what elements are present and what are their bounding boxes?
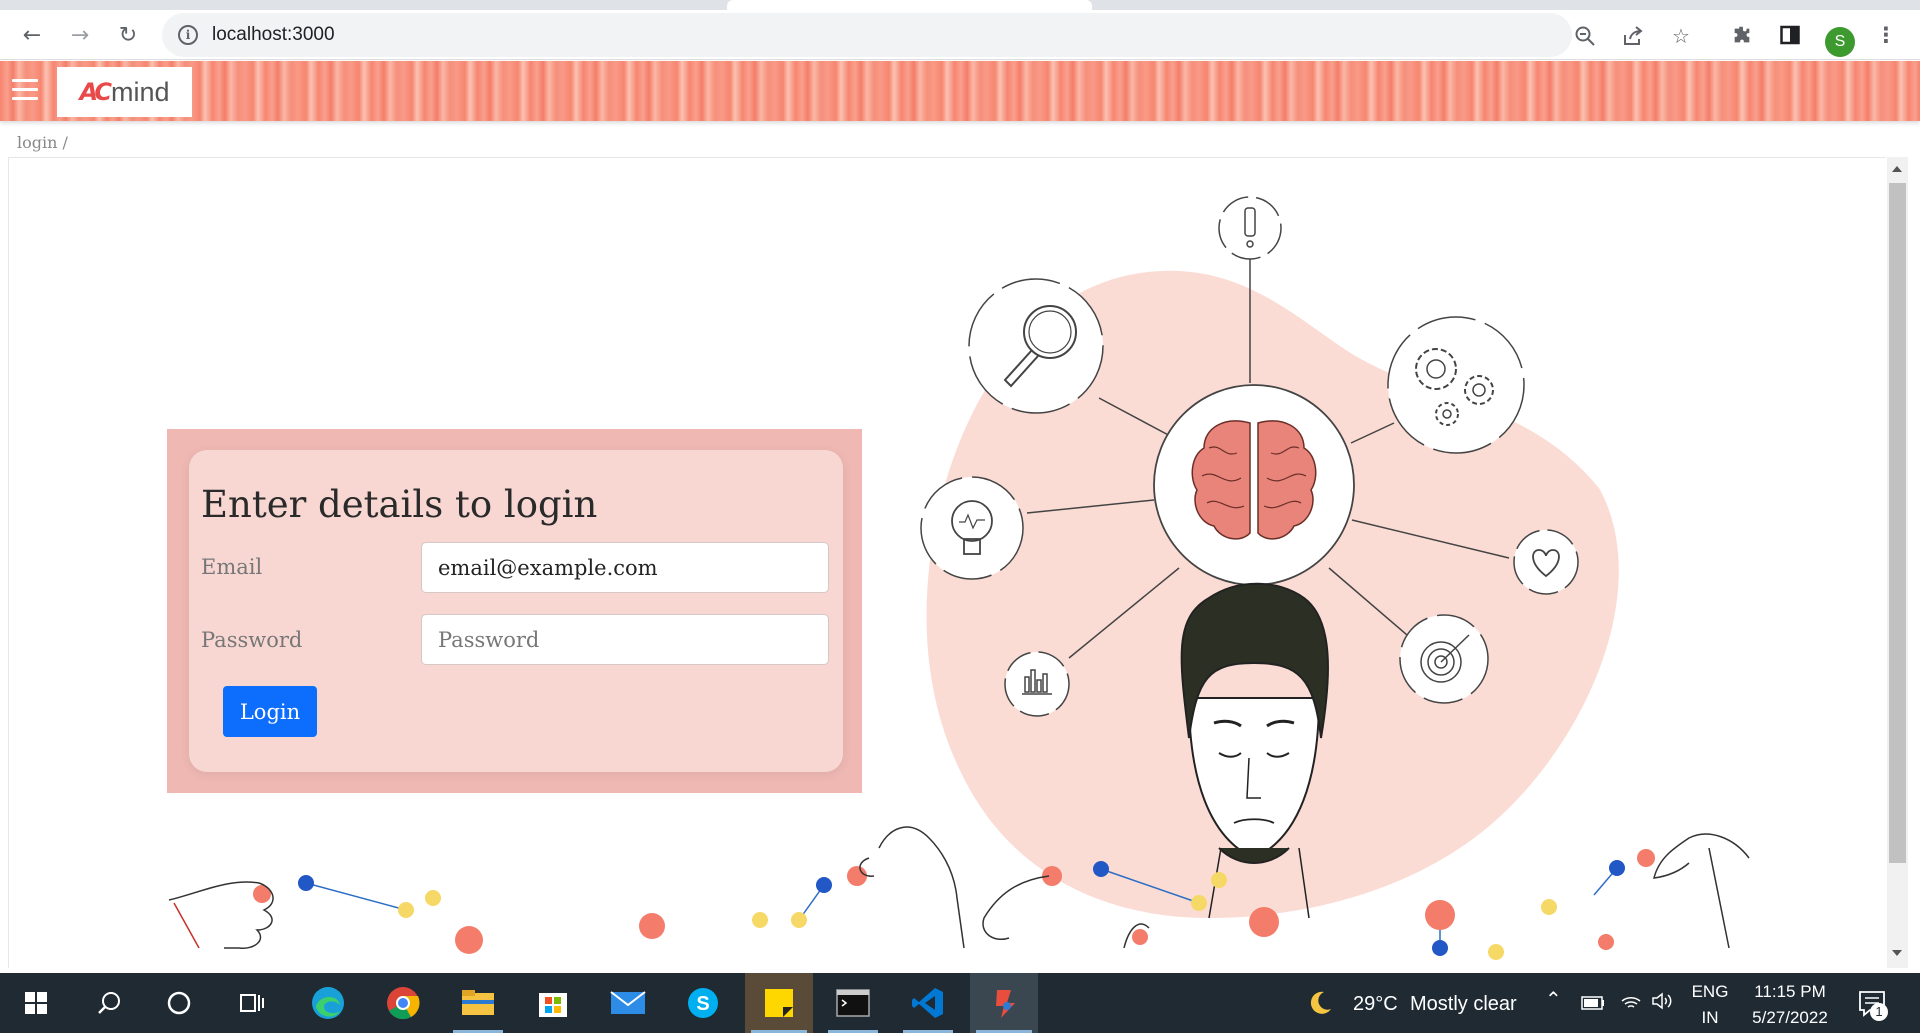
scroll-down-icon[interactable] — [1892, 950, 1902, 956]
login-card: Enter details to login Email email@examp… — [189, 450, 843, 772]
logo-text: mind — [110, 76, 170, 107]
cortana-icon[interactable] — [148, 973, 210, 1033]
postman-icon[interactable] — [970, 973, 1038, 1033]
volume-icon[interactable] — [1651, 991, 1673, 1015]
browser-toolbar: ← → ↻ i localhost:3000 ☆ S ⋮ — [0, 10, 1920, 60]
page-scrollbar[interactable] — [1887, 157, 1908, 968]
mail-icon[interactable] — [597, 973, 659, 1033]
info-icon[interactable]: i — [178, 25, 198, 45]
app-header: AC mind — [0, 61, 1920, 121]
scrollbar-thumb[interactable] — [1889, 183, 1906, 863]
chrome-icon[interactable] — [372, 973, 434, 1033]
hand-drawings — [168, 826, 1750, 949]
extensions-icon[interactable] — [1726, 19, 1758, 51]
active-tab[interactable] — [727, 0, 1092, 10]
language-code[interactable]: ENG — [1690, 982, 1730, 1002]
file-explorer-icon[interactable] — [447, 973, 509, 1033]
scroll-up-icon[interactable] — [1892, 166, 1902, 172]
app-logo[interactable]: AC mind — [57, 67, 192, 117]
side-panel-icon[interactable] — [1774, 19, 1806, 51]
hamburger-menu-icon[interactable] — [12, 79, 38, 101]
molecule-decorations — [253, 849, 1655, 960]
share-icon[interactable] — [1621, 24, 1645, 48]
forward-icon[interactable]: → — [64, 19, 96, 51]
weather-text[interactable]: Mostly clear — [1410, 993, 1517, 1016]
bookmark-star-icon[interactable]: ☆ — [1669, 24, 1693, 48]
svg-text:S: S — [696, 993, 709, 1015]
edge-icon[interactable] — [297, 973, 359, 1033]
skype-icon[interactable]: S — [672, 973, 734, 1033]
store-icon[interactable] — [522, 973, 584, 1033]
notification-count-badge: 1 — [1870, 1003, 1888, 1021]
breadcrumb[interactable]: login / — [17, 133, 68, 152]
exclamation-icon — [1218, 196, 1282, 260]
language-region[interactable]: IN — [1690, 1008, 1730, 1028]
sticky-notes-icon[interactable] — [745, 973, 813, 1033]
terminal-icon[interactable] — [822, 973, 884, 1033]
windows-start-icon[interactable] — [5, 973, 67, 1033]
clock-date[interactable]: 5/27/2022 — [1740, 1008, 1840, 1028]
vscode-icon[interactable] — [897, 973, 959, 1033]
bar-chart-icon — [1004, 651, 1070, 717]
weather-temp[interactable]: 29°C — [1353, 993, 1398, 1016]
zoom-out-icon[interactable] — [1573, 24, 1597, 48]
password-label: Password — [201, 628, 303, 652]
clock-time[interactable]: 11:15 PM — [1740, 982, 1840, 1002]
heart-icon — [1513, 529, 1579, 595]
menu-dots-icon[interactable]: ⋮ — [1870, 19, 1902, 51]
logo-mark: AC — [79, 78, 113, 106]
email-label: Email — [201, 555, 263, 579]
login-button[interactable]: Login — [223, 686, 317, 737]
login-title: Enter details to login — [201, 483, 598, 526]
reload-icon[interactable]: ↻ — [112, 19, 144, 51]
lightbulb-icon — [920, 476, 1024, 580]
address-bar[interactable]: i localhost:3000 ☆ — [162, 13, 1690, 57]
task-view-icon[interactable] — [220, 973, 282, 1033]
chevron-up-icon[interactable]: ⌃ — [1545, 987, 1562, 1012]
profile-avatar[interactable]: S — [1825, 27, 1855, 57]
page-content: Enter details to login Email email@examp… — [8, 157, 1886, 968]
target-icon — [1399, 614, 1489, 704]
taskbar: S 29°C Mostly clear ⌃ ENG IN 11:15 PM 5/… — [0, 973, 1920, 1033]
wifi-icon[interactable] — [1620, 991, 1642, 1015]
email-field[interactable]: email@example.com — [421, 542, 829, 593]
password-field[interactable]: Password — [421, 614, 829, 665]
back-icon[interactable]: ← — [16, 19, 48, 51]
magnifier-icon — [968, 278, 1104, 414]
battery-icon[interactable] — [1581, 995, 1605, 1014]
gears-icon — [1387, 316, 1525, 454]
search-icon[interactable] — [78, 973, 140, 1033]
weather-moon-icon[interactable] — [1306, 989, 1334, 1021]
tab-strip — [0, 0, 1920, 10]
login-panel: Enter details to login Email email@examp… — [167, 429, 862, 793]
url-text[interactable]: localhost:3000 — [212, 24, 335, 46]
